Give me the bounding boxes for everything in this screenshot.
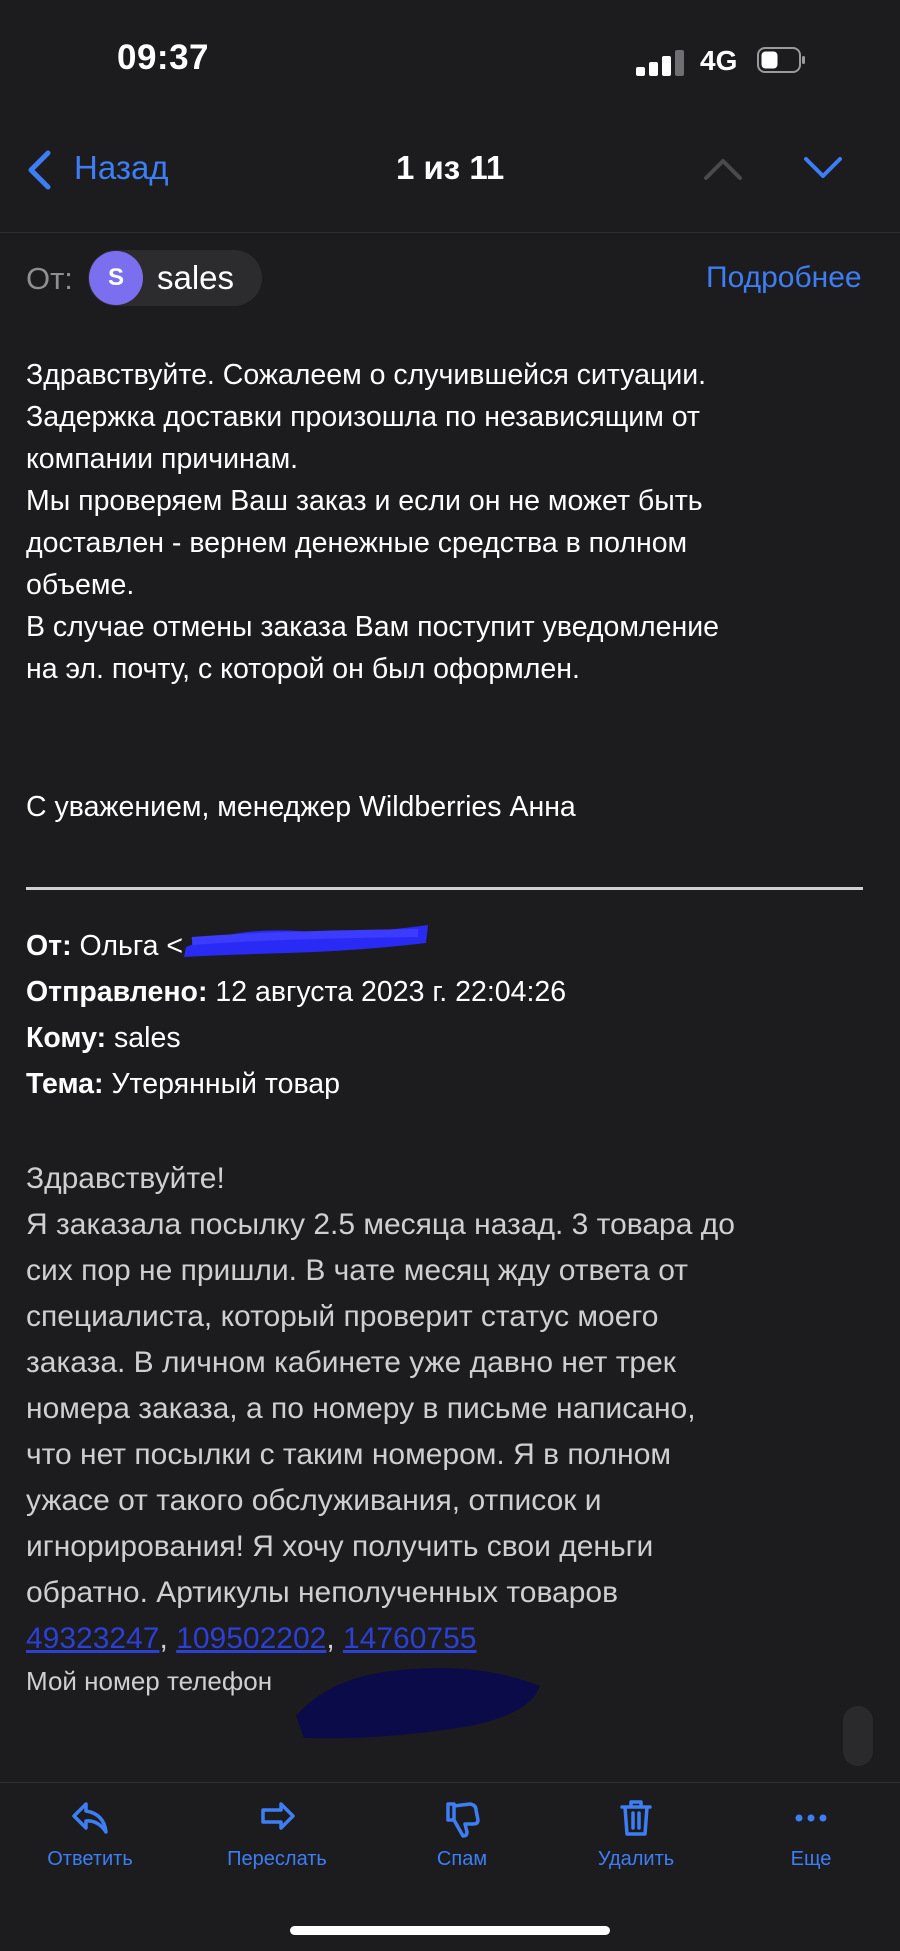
next-message-chevron-down-icon[interactable] [800,150,846,186]
reply-button[interactable]: Ответить [15,1796,165,1876]
cellular-signal-icon [636,48,684,76]
reply-body: Здравствуйте. Сожалеем о случившейся сит… [26,354,886,690]
original-subject-value: Утерянный товар [111,1068,340,1100]
previous-message-chevron-up-icon[interactable] [700,150,746,186]
message-counter: 1 из 11 [396,149,505,186]
original-body: Здравствуйте! Я заказала посылку 2.5 мес… [26,1156,886,1662]
trash-icon [620,1800,652,1836]
original-line: номера заказа, а по номеру в письме напи… [26,1392,696,1425]
original-sent-line: Отправлено: 12 августа 2023 г. 22:04:26 [26,971,566,1013]
forward-label: Переслать [227,1848,327,1870]
more-button[interactable]: Еще [736,1796,886,1876]
original-from-label: От: [26,930,72,962]
reply-line: Здравствуйте. Сожалеем о случившейся сит… [26,359,707,391]
back-chevron-icon[interactable] [22,148,58,192]
original-line: обратно. Артикулы неполученных товаров [26,1576,619,1609]
original-line: специалиста, который проверит статус мое… [26,1300,659,1333]
original-to-label: Кому: [26,1022,107,1054]
phone-line: Мой номер телефон [26,1666,273,1696]
original-from-value: Ольга < [79,930,184,962]
article-separator: , [159,1622,177,1655]
article-link[interactable]: 49323247 [26,1622,159,1655]
delete-button[interactable]: Удалить [561,1796,711,1876]
spam-button[interactable]: Спам [387,1796,537,1876]
redaction-scribble [178,917,436,961]
original-to-value: sales [114,1022,181,1054]
redaction-scribble [290,1656,550,1742]
original-from-line: От: Ольга < [26,925,183,967]
reply-line: Мы проверяем Ваш заказ и если он не може… [26,485,703,517]
original-line: сих пор не пришли. В чате месяц жду отве… [26,1254,688,1287]
reply-line: компании причинам. [26,443,299,475]
status-time: 09:37 [117,38,210,77]
toolbar-divider [0,1782,900,1783]
reply-line: объеме. [26,569,135,601]
thumbs-down-icon [446,1802,480,1838]
original-line: Здравствуйте! [26,1162,225,1195]
original-line: игнорирования! Я хочу получить свои день… [26,1530,654,1563]
original-line: ужасе от такого обслуживания, отписок и [26,1484,602,1517]
original-sent-value: 12 августа 2023 г. 22:04:26 [215,976,567,1008]
battery-icon [757,47,807,73]
reply-signature: С уважением, менеджер Wildberries Анна [26,791,576,823]
article-link[interactable]: 109502202 [176,1622,326,1655]
reply-line: Задержка доставки произошла по независящ… [26,401,700,433]
article-link[interactable]: 14760755 [343,1622,476,1655]
back-button[interactable]: Назад [74,149,169,187]
reply-arrow-icon [72,1802,108,1834]
scrollbar-thumb[interactable] [843,1706,873,1766]
network-type: 4G [700,45,738,76]
delete-label: Удалить [597,1848,675,1870]
forward-button[interactable]: Переслать [202,1796,352,1876]
more-label: Еще [790,1848,832,1870]
avatar: S [89,251,143,305]
original-to-line: Кому: sales [26,1017,181,1059]
more-dots-icon [795,1814,827,1822]
reply-line: доставлен - вернем денежные средства в п… [26,527,688,559]
home-indicator[interactable] [290,1926,610,1935]
article-separator: , [326,1622,343,1655]
details-link[interactable]: Подробнее [706,261,862,295]
quote-divider [26,887,863,890]
sender-name[interactable]: sales [157,259,234,297]
reply-line: В случае отмены заказа Вам поступит увед… [26,611,719,643]
forward-arrow-icon [261,1802,295,1830]
reply-label: Ответить [47,1848,133,1870]
original-line: заказа. В личном кабинете уже давно нет … [26,1346,676,1379]
original-subject-label: Тема: [26,1068,104,1100]
reply-line: на эл. почту, с которой он был оформлен. [26,653,580,685]
from-label: От: [26,261,73,296]
header-divider [0,232,900,233]
original-subject-line: Тема: Утерянный товар [26,1063,340,1105]
spam-label: Спам [436,1848,488,1870]
original-line: что нет посылки с таким номером. Я в пол… [26,1438,672,1471]
original-sent-label: Отправлено: [26,976,208,1008]
original-line: Я заказала посылку 2.5 месяца назад. 3 т… [26,1208,735,1241]
